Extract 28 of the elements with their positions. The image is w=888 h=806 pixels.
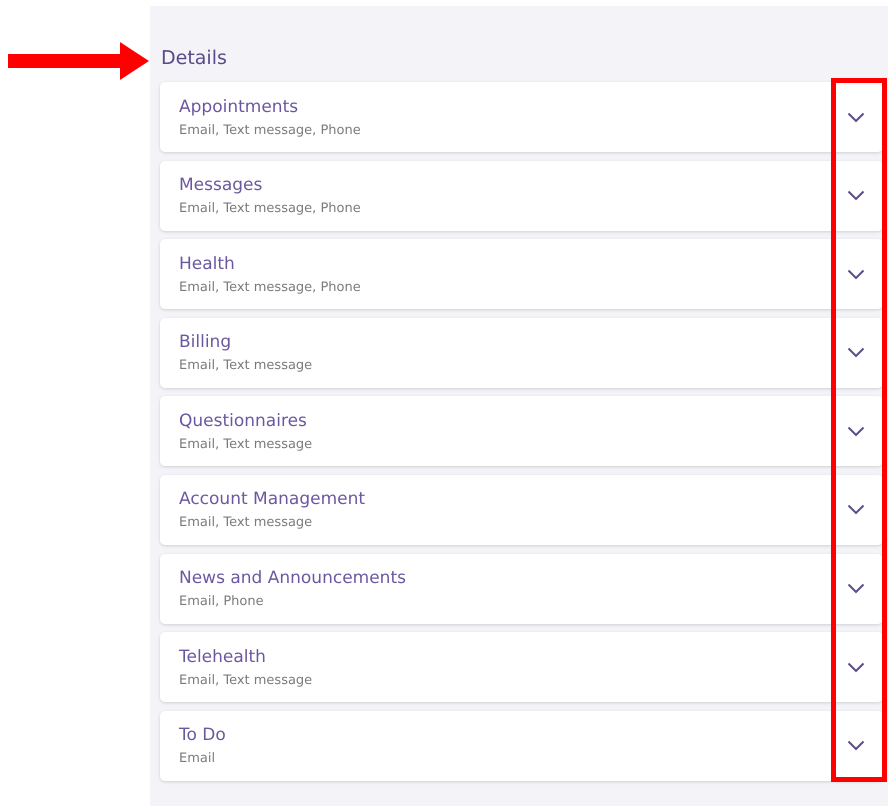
accordion-item[interactable]: To Do Email bbox=[160, 710, 883, 781]
item-title: To Do bbox=[179, 725, 227, 746]
item-title: Billing bbox=[179, 332, 232, 352]
accordion-item[interactable]: Messages Email, Text message, Phone bbox=[160, 160, 883, 231]
section-title: Details bbox=[161, 46, 228, 71]
item-channels: Email bbox=[179, 751, 216, 766]
item-title: Questionnaires bbox=[179, 410, 308, 431]
accordion-item[interactable]: Account Management Email, Text message bbox=[160, 474, 883, 545]
item-channels: Email, Text message, Phone bbox=[179, 122, 362, 138]
item-channels: Email, Text message, Phone bbox=[179, 201, 362, 216]
item-channels: Email, Phone bbox=[179, 594, 265, 610]
item-channels: Email, Text message bbox=[179, 436, 314, 452]
accordion-item[interactable]: Appointments Email, Text message, Phone bbox=[160, 82, 883, 152]
accordion-item[interactable]: Billing Email, Text message bbox=[160, 318, 883, 388]
item-channels: Email, Text message bbox=[179, 515, 314, 530]
item-title: News and Announcements bbox=[179, 568, 407, 588]
accordion-item[interactable]: News and Announcements Email, Phone bbox=[160, 554, 883, 624]
accordion-item[interactable]: Questionnaires Email, Text message bbox=[160, 396, 883, 466]
item-channels: Email, Text message, Phone bbox=[179, 280, 362, 295]
accordion-item[interactable]: Telehealth Email, Text message bbox=[160, 632, 883, 702]
item-title: Appointments bbox=[179, 96, 300, 116]
accordion-item[interactable]: Health Email, Text message, Phone bbox=[160, 239, 883, 310]
item-title: Account Management bbox=[179, 489, 366, 510]
item-channels: Email, Text message bbox=[179, 358, 314, 374]
item-channels: Email, Text message bbox=[179, 672, 314, 688]
item-title: Messages bbox=[179, 175, 264, 196]
item-title: Health bbox=[179, 254, 236, 274]
item-title: Telehealth bbox=[179, 646, 267, 667]
